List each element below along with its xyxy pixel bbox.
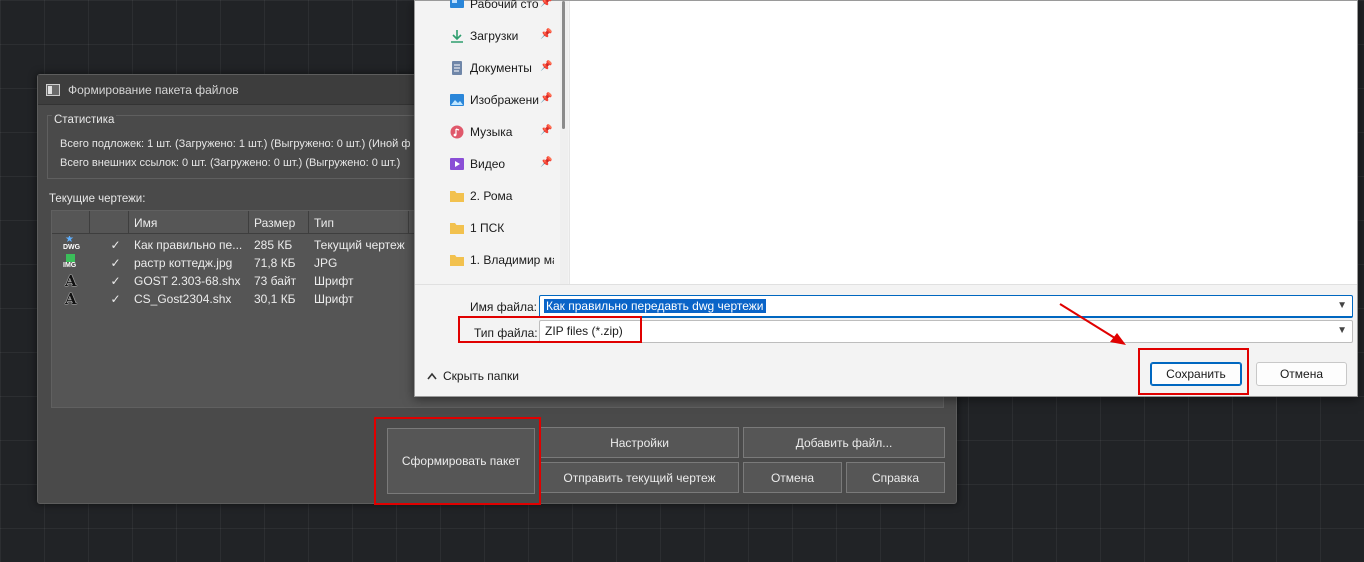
annotation-arrow [1059,303,1126,345]
arrow-line [1059,303,1119,341]
arrow-head-icon [1110,333,1126,345]
